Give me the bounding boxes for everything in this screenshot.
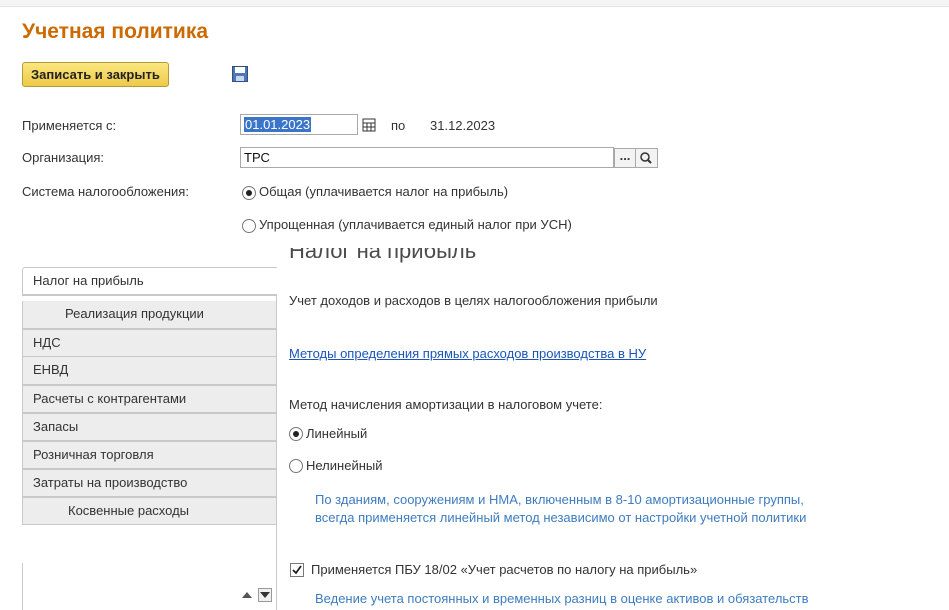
floppy-disk-icon[interactable]: [232, 66, 248, 82]
amort-linear-radio[interactable]: [289, 427, 303, 441]
tab-product-sales[interactable]: Реализация продукции: [22, 301, 277, 329]
tab-production-costs[interactable]: Затраты на производство: [22, 469, 277, 497]
organization-input[interactable]: ТРС: [240, 147, 614, 168]
tax-simplified-label: Упрощенная (уплачивается единый налог пр…: [259, 217, 572, 232]
nav-divider: [22, 295, 277, 296]
scroll-up-icon[interactable]: [240, 588, 254, 602]
tab-vat[interactable]: НДС: [22, 329, 277, 357]
tax-system-label: Система налогообложения:: [22, 184, 189, 199]
nav-bottom-border: [22, 563, 23, 610]
scroll-down-icon[interactable]: [258, 588, 272, 602]
amort-nonlinear-radio[interactable]: [289, 459, 303, 473]
tax-simplified-radio[interactable]: [242, 219, 256, 233]
organization-label: Организация:: [22, 150, 105, 165]
amort-nonlinear-label: Нелинейный: [306, 458, 383, 473]
organization-select-button[interactable]: ...: [614, 148, 636, 168]
applies-from-date-value: 01.01.2023: [244, 117, 312, 132]
pbu-label: Применяется ПБУ 18/02 «Учет расчетов по …: [311, 562, 698, 577]
amort-note-line1: По зданиям, сооружениям и НМА, включенны…: [315, 492, 804, 507]
pbu-note: Ведение учета постоянных и временных раз…: [315, 591, 809, 606]
tab-envd[interactable]: ЕНВД: [22, 357, 277, 385]
direct-costs-methods-link[interactable]: Методы определения прямых расходов произ…: [289, 346, 646, 361]
save-and-close-button[interactable]: Записать и закрыть: [22, 62, 169, 87]
applies-from-date-input[interactable]: 01.01.2023: [240, 114, 358, 135]
page-title: Учетная политика: [22, 20, 209, 43]
tab-profit-tax[interactable]: Налог на прибыль: [22, 267, 277, 295]
tax-general-radio[interactable]: [242, 186, 256, 200]
tax-general-label: Общая (уплачивается налог на прибыль): [259, 184, 509, 199]
search-icon[interactable]: [636, 148, 658, 168]
top-strip: [0, 0, 949, 7]
pbu-checkbox[interactable]: [290, 563, 304, 577]
tab-indirect-costs[interactable]: Косвенные расходы: [22, 497, 277, 525]
tab-retail[interactable]: Розничная торговля: [22, 441, 277, 469]
panel-subtitle: Учет доходов и расходов в целях налогооб…: [289, 293, 658, 308]
to-label: по: [391, 118, 406, 133]
tab-counterparties[interactable]: Расчеты с контрагентами: [22, 385, 277, 413]
amort-note-line2: всегда применяется линейный метод незави…: [315, 510, 807, 525]
panel-heading: Налог на прибыль: [289, 248, 477, 263]
calendar-icon[interactable]: [360, 116, 378, 134]
tab-inventory[interactable]: Запасы: [22, 413, 277, 441]
amortization-method-label: Метод начисления амортизации в налоговом…: [289, 397, 603, 412]
applies-from-label: Применяется с:: [22, 118, 117, 133]
amort-linear-label: Линейный: [306, 426, 368, 441]
to-date-value: 31.12.2023: [430, 118, 496, 133]
panel-left-border: [276, 296, 277, 610]
